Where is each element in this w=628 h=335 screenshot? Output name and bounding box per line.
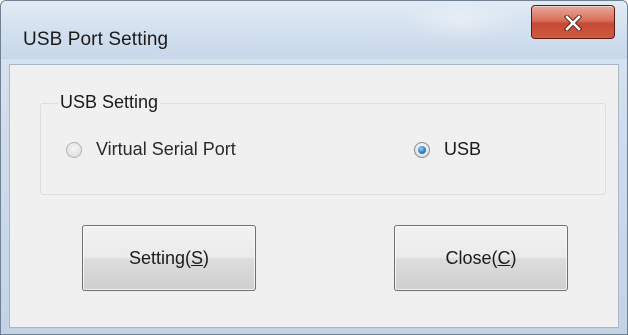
radio-usb[interactable]: USB: [414, 139, 481, 160]
window-close-button[interactable]: [531, 5, 615, 39]
close-icon: [564, 15, 582, 31]
radio-virtual-serial-port[interactable]: Virtual Serial Port: [66, 139, 236, 160]
title-bar-glare: [401, 1, 521, 41]
title-bar[interactable]: USB Port Setting: [1, 1, 627, 59]
radio-button-checked[interactable]: [414, 141, 430, 158]
radio-label-virtual-serial-port: Virtual Serial Port: [96, 139, 236, 159]
close-button-label: Close(C): [445, 247, 517, 268]
window-title: USB Port Setting: [23, 29, 169, 50]
radio-label-usb: USB: [444, 139, 482, 159]
setting-button-label: Setting(S): [128, 247, 210, 268]
dialog-window: USB Port Setting USB Setting Virtual Ser…: [0, 0, 628, 335]
close-button[interactable]: Close(C): [394, 225, 568, 291]
setting-button[interactable]: Setting(S): [82, 225, 256, 291]
dialog-client-area: USB Setting Virtual Serial Port USB Sett…: [9, 64, 619, 328]
radio-button-unchecked[interactable]: [66, 141, 82, 158]
groupbox-label: USB Setting: [58, 92, 161, 113]
